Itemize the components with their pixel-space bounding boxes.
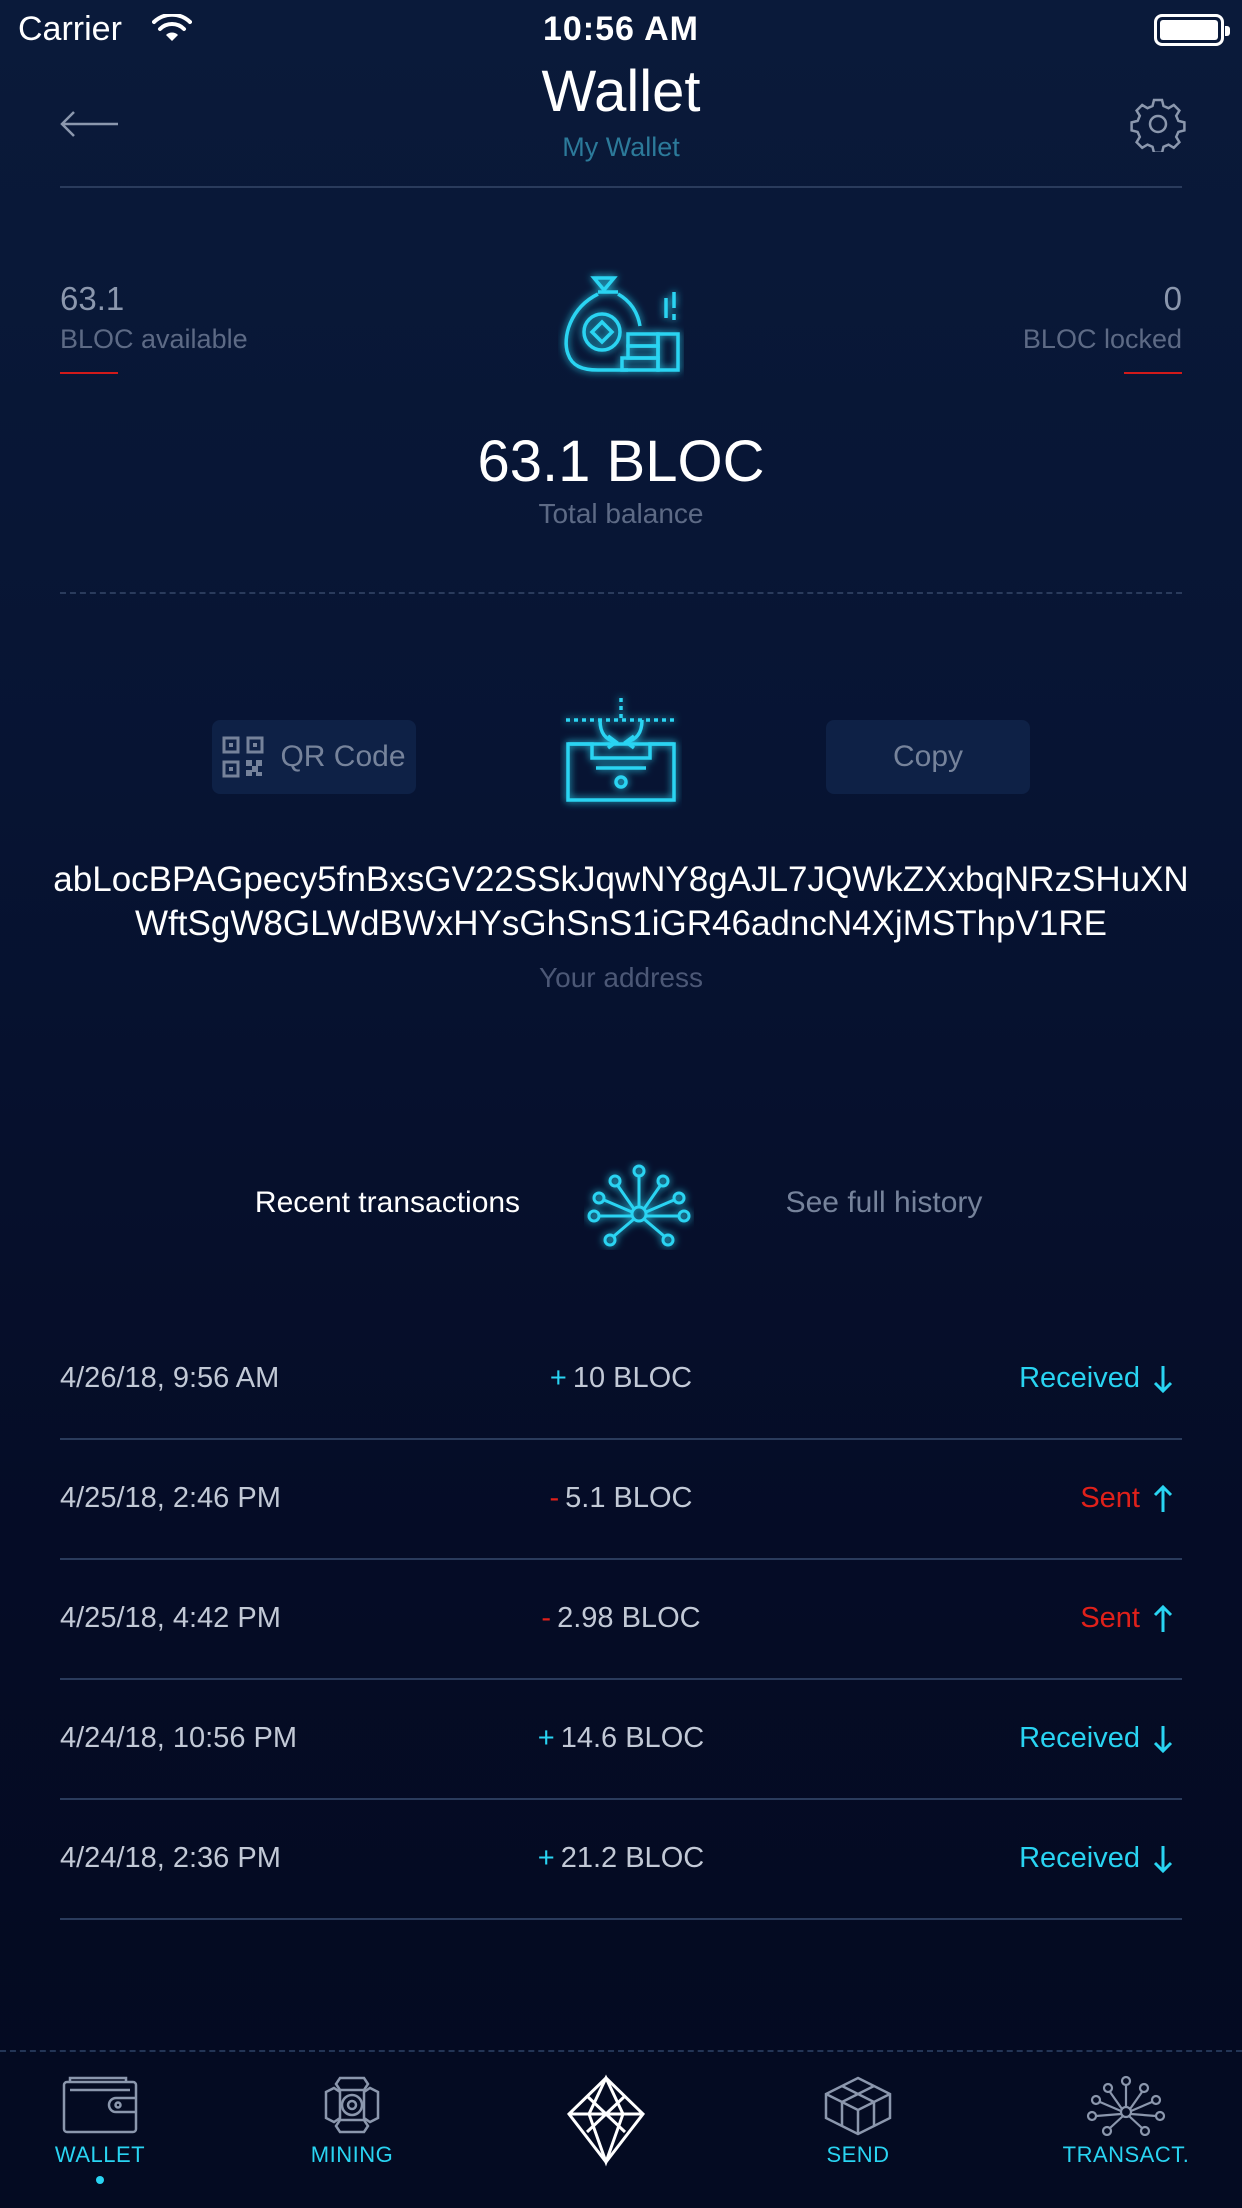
tx-status: Sent bbox=[1080, 1482, 1174, 1515]
total-balance-label: Total balance bbox=[538, 498, 704, 529]
tab-send-label: SEND bbox=[826, 2142, 890, 2167]
tab-transactions-label: TRANSACT. bbox=[1062, 2142, 1190, 2167]
tx-sign: + bbox=[549, 1362, 567, 1394]
tx-sign: + bbox=[537, 1842, 555, 1874]
tx-status-label: Received bbox=[1019, 1842, 1140, 1874]
available-balance-value: 63.1 bbox=[60, 280, 125, 317]
battery-icon bbox=[1154, 14, 1230, 46]
tab-bar: WALLET MINING SEND TRANSACT. bbox=[0, 2050, 1242, 2208]
tx-status: Received bbox=[1019, 1842, 1174, 1875]
tx-sign: - bbox=[541, 1602, 552, 1634]
tab-send[interactable]: SEND bbox=[758, 2074, 958, 2168]
network-tab-icon bbox=[1086, 2075, 1166, 2136]
tx-amount-value: 21.2 BLOC bbox=[560, 1842, 705, 1874]
tx-status-label: Received bbox=[1019, 1722, 1140, 1754]
gear-icon[interactable] bbox=[1130, 96, 1186, 152]
tx-status: Received bbox=[1019, 1362, 1174, 1395]
qr-code-button[interactable]: QR Code bbox=[212, 720, 416, 794]
tx-amount-value: 5.1 BLOC bbox=[565, 1482, 693, 1514]
arrow-up-icon bbox=[1153, 1484, 1173, 1512]
tx-status-label: Sent bbox=[1080, 1482, 1140, 1514]
table-row[interactable]: 4/24/18, 2:36 PM +21.2 BLOC Received bbox=[60, 1800, 1182, 1920]
tx-amount-value: 10 BLOC bbox=[572, 1362, 693, 1394]
tx-amount: +21.2 BLOC bbox=[60, 1842, 1182, 1875]
locked-balance-value: 0 bbox=[1163, 280, 1182, 317]
see-full-history-link[interactable]: See full history bbox=[770, 1186, 998, 1220]
page-subtitle: My Wallet bbox=[562, 132, 680, 162]
tx-amount: -2.98 BLOC bbox=[60, 1602, 1182, 1635]
status-time: 10:56 AM bbox=[542, 10, 700, 48]
tab-wallet-label: WALLET bbox=[54, 2142, 146, 2167]
table-row[interactable]: 4/24/18, 10:56 PM +14.6 BLOC Received bbox=[60, 1680, 1182, 1800]
cube-logo-icon bbox=[566, 2074, 646, 2167]
mining-icon bbox=[324, 2076, 380, 2134]
locked-underline bbox=[1124, 372, 1182, 374]
section-divider bbox=[60, 592, 1182, 594]
tx-status-label: Sent bbox=[1080, 1602, 1140, 1634]
tx-status-label: Received bbox=[1019, 1362, 1140, 1394]
money-bag-icon bbox=[564, 276, 680, 372]
table-row[interactable]: 4/25/18, 4:42 PM -2.98 BLOC Sent bbox=[60, 1560, 1182, 1680]
arrow-down-icon bbox=[1153, 1365, 1173, 1393]
total-balance: 63.1 BLOC bbox=[477, 429, 765, 494]
send-cube-icon bbox=[824, 2076, 892, 2136]
tab-transactions[interactable]: TRANSACT. bbox=[1026, 2074, 1226, 2168]
tx-amount-value: 2.98 BLOC bbox=[557, 1602, 701, 1634]
tx-amount: -5.1 BLOC bbox=[60, 1482, 1182, 1515]
tx-sign: - bbox=[549, 1482, 560, 1514]
qr-code-icon bbox=[222, 736, 264, 778]
tab-mining[interactable]: MINING bbox=[252, 2074, 452, 2168]
arrow-down-icon bbox=[1153, 1725, 1173, 1753]
tab-wallet[interactable]: WALLET bbox=[0, 2074, 200, 2184]
transactions-list: 4/26/18, 9:56 AM +10 BLOC Received 4/25/… bbox=[60, 1320, 1182, 1920]
tx-amount: +10 BLOC bbox=[60, 1362, 1182, 1395]
active-tab-indicator bbox=[96, 2176, 104, 2184]
tx-sign: + bbox=[537, 1722, 555, 1754]
wallet-address[interactable]: abLocBPAGpecy5fnBxsGV22SSkJqwNY8gAJL7JQW… bbox=[40, 858, 1202, 946]
status-bar: Carrier 10:56 AM bbox=[0, 0, 1242, 60]
page-title: Wallet bbox=[541, 59, 701, 124]
network-icon bbox=[587, 1164, 691, 1247]
table-row[interactable]: 4/25/18, 2:46 PM -5.1 BLOC Sent bbox=[60, 1440, 1182, 1560]
table-row[interactable]: 4/26/18, 9:56 AM +10 BLOC Received bbox=[60, 1320, 1182, 1440]
arrow-up-icon bbox=[1153, 1604, 1173, 1632]
copy-button[interactable]: Copy bbox=[826, 720, 1030, 794]
locked-balance-label: BLOC locked bbox=[1022, 324, 1182, 354]
recent-transactions-title: Recent transactions bbox=[254, 1186, 521, 1219]
tab-mining-label: MINING bbox=[310, 2142, 394, 2167]
tx-status: Received bbox=[1019, 1722, 1174, 1755]
wallet-icon bbox=[62, 2076, 138, 2134]
available-underline bbox=[60, 372, 118, 374]
qr-code-button-label: QR Code bbox=[280, 740, 406, 773]
tx-amount: +14.6 BLOC bbox=[60, 1722, 1182, 1755]
header-divider bbox=[60, 186, 1182, 188]
tx-amount-value: 14.6 BLOC bbox=[560, 1722, 705, 1754]
tx-status: Sent bbox=[1080, 1602, 1174, 1635]
tab-center[interactable] bbox=[506, 2074, 706, 2168]
inbox-icon bbox=[566, 698, 676, 802]
available-balance-label: BLOC available bbox=[60, 324, 248, 354]
arrow-down-icon bbox=[1153, 1845, 1173, 1873]
wallet-address-label: Your address bbox=[539, 962, 703, 993]
